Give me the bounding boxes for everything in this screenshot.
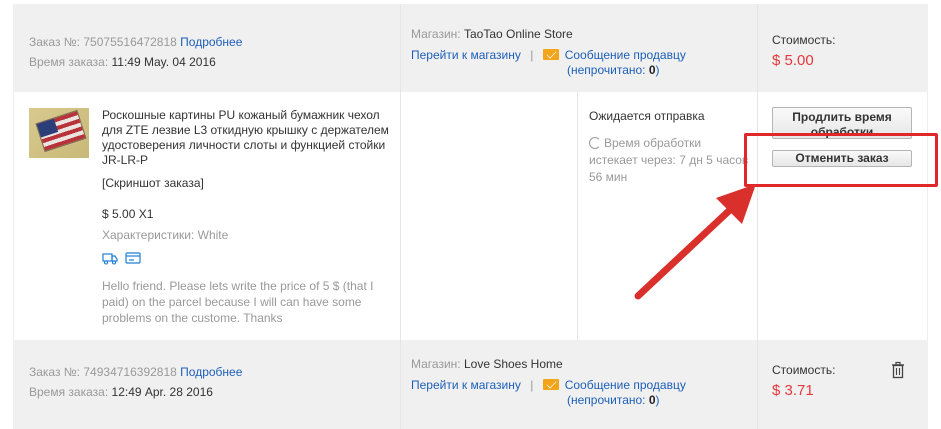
unread-close: ) <box>655 63 660 77</box>
message-seller-link[interactable]: Сообщение продавцу <box>565 48 686 62</box>
product-thumbnail[interactable] <box>29 108 89 158</box>
unread-label: (непрочитано: <box>567 63 649 77</box>
order-time: Время заказа: 12:49 Apr. 28 2016 <box>29 385 213 399</box>
order-time-value: 12:49 Apr. 28 2016 <box>111 385 213 399</box>
store-label: Магазин: <box>411 27 461 41</box>
order-details-link[interactable]: Подробнее <box>180 35 242 49</box>
buyer-note-line: Hello friend. Please lets write the pric… <box>102 279 374 293</box>
buyer-note-line: problems on the custome. Thanks <box>102 311 283 325</box>
unread-messages[interactable]: (непрочитано: 0) <box>567 63 660 77</box>
separator: | <box>530 48 534 62</box>
store-info: Магазин: Love Shoes Home <box>411 357 563 371</box>
store-actions: Перейти к магазину | Сообщение продавцу <box>411 48 686 62</box>
order-number: Заказ №: 75075516472818 Подробнее <box>29 35 242 49</box>
item-characteristics: Характеристики: White <box>102 228 229 242</box>
separator: | <box>530 378 534 392</box>
cost-label: Стоимость: <box>772 33 836 47</box>
message-seller-link[interactable]: Сообщение продавцу <box>565 378 686 392</box>
trash-icon[interactable] <box>890 361 906 379</box>
order-time-label: Время заказа: <box>29 385 109 399</box>
item-price-qty: $ 5.00 X1 <box>102 207 154 221</box>
order-time: Время заказа: 11:49 May. 04 2016 <box>29 55 216 69</box>
go-to-store-link[interactable]: Перейти к магазину <box>411 48 521 62</box>
store-info: Магазин: TaoTao Online Store <box>411 27 573 41</box>
cost-label: Стоимость: <box>772 363 836 377</box>
unread-count: 0 <box>648 63 656 77</box>
order-number-label: Заказ №: <box>29 365 81 379</box>
envelope-icon <box>542 379 559 390</box>
unread-count: 0 <box>648 393 656 407</box>
store-actions: Перейти к магазину | Сообщение продавцу <box>411 378 686 392</box>
cost-value: $ 3.71 <box>772 382 814 399</box>
buyer-note-line: paid) on the parcel because I will can h… <box>102 295 362 309</box>
cost-value: $ 5.00 <box>772 52 814 69</box>
unread-label: (непрочитано: <box>567 393 649 407</box>
envelope-icon <box>542 49 559 60</box>
column-divider <box>400 92 401 340</box>
processing-label: Время обработки <box>604 136 702 150</box>
store-name: Love Shoes Home <box>463 357 563 371</box>
flag-image <box>35 109 87 153</box>
red-arrow-annotation <box>634 184 756 300</box>
order-number-label: Заказ №: <box>29 35 81 49</box>
processing-countdown: истекает через: 7 дн 5 часов <box>589 153 749 167</box>
store-name: TaoTao Online Store <box>463 27 573 41</box>
order-status: Ожидается отправка <box>589 109 705 123</box>
truck-icon[interactable] <box>102 251 118 265</box>
column-divider <box>577 92 578 340</box>
card-icon[interactable] <box>125 251 141 265</box>
column-divider <box>757 340 758 429</box>
order-details-link[interactable]: Подробнее <box>180 365 242 379</box>
clock-icon <box>589 137 601 149</box>
order-time-label: Время заказа: <box>29 55 109 69</box>
order-number-value: 75075516472818 <box>83 35 177 49</box>
store-label: Магазин: <box>411 357 461 371</box>
processing-time: Время обработки <box>589 136 701 150</box>
order-screenshot-link[interactable]: [Скриншот заказа] <box>102 176 204 190</box>
cancel-order-button[interactable]: Отменить заказ <box>772 150 912 167</box>
product-title-link[interactable]: Роскошные картины PU кожаный бумажник че… <box>102 108 397 168</box>
order-number-value: 74934716392818 <box>83 365 177 379</box>
go-to-store-link[interactable]: Перейти к магазину <box>411 378 521 392</box>
unread-messages[interactable]: (непрочитано: 0) <box>567 393 660 407</box>
column-divider <box>400 340 401 429</box>
order-time-value: 11:49 May. 04 2016 <box>111 55 216 69</box>
unread-close: ) <box>655 393 660 407</box>
order-number: Заказ №: 74934716392818 Подробнее <box>29 365 242 379</box>
